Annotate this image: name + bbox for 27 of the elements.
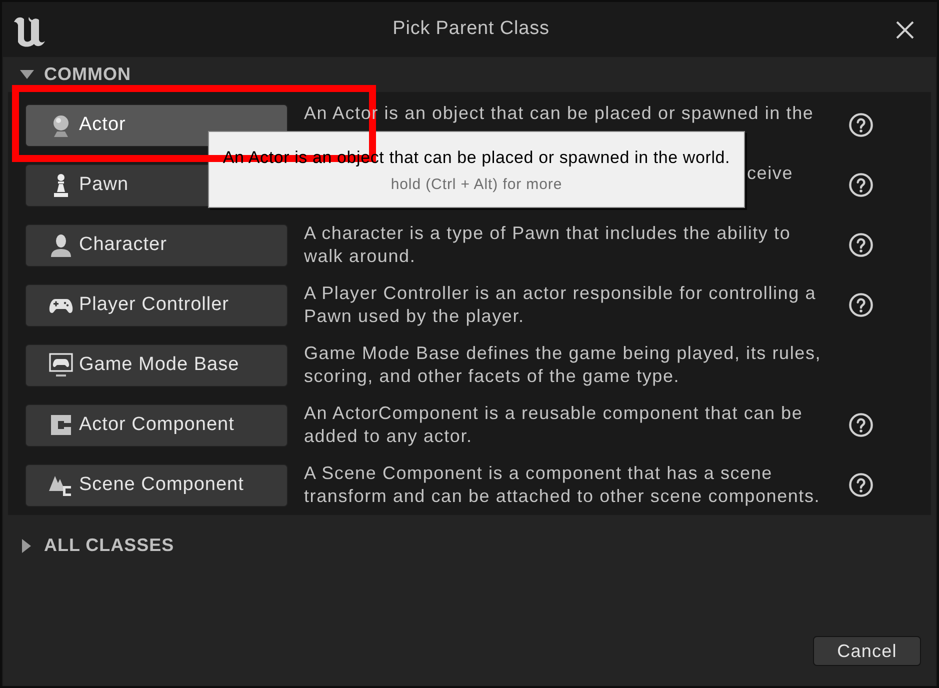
section-header[interactable]: ALL CLASSES <box>3 528 174 563</box>
class-description: Game Mode Base defines the game being played, its rules, scoring, and other facets of the game type. <box>304 342 822 388</box>
class-description: An ActorComponent is a reusable component that can be added to any actor. <box>304 402 804 448</box>
help-icon[interactable] <box>849 173 873 197</box>
window-title: Pick Parent Class <box>392 17 550 42</box>
person-bust-icon <box>49 233 73 257</box>
class-button[interactable]: Character <box>25 224 288 266</box>
help-icon[interactable] <box>849 293 873 317</box>
close-button[interactable] <box>896 20 914 38</box>
framed-gamepad-icon <box>49 353 73 377</box>
help-icon[interactable] <box>849 473 873 497</box>
class-button[interactable]: Player Controller <box>25 284 288 326</box>
help-icon[interactable] <box>849 413 873 437</box>
tooltip-hint: hold (Ctrl + Alt) for more <box>390 175 562 195</box>
cancel-button[interactable]: Cancel <box>813 636 921 666</box>
class-description: A character is a type of Pawn that includes the ability to walk around. <box>304 222 792 268</box>
class-button[interactable]: Game Mode Base <box>25 344 288 386</box>
close-icon <box>896 20 914 38</box>
class-button[interactable]: Scene Component <box>25 464 288 506</box>
component-block-icon <box>49 413 73 437</box>
class-button[interactable]: Actor Component <box>25 404 288 446</box>
class-description: ceive <box>747 162 794 185</box>
section-header[interactable]: COMMON <box>3 57 131 92</box>
help-icon[interactable] <box>849 233 873 257</box>
help-icon[interactable] <box>849 113 873 137</box>
class-description: A Player Controller is an actor responsible for controlling a Pawn used by the player. <box>304 282 818 328</box>
class-description: A Scene Component is a component that has a scene transform and can be attached to other scene components. <box>304 462 822 508</box>
